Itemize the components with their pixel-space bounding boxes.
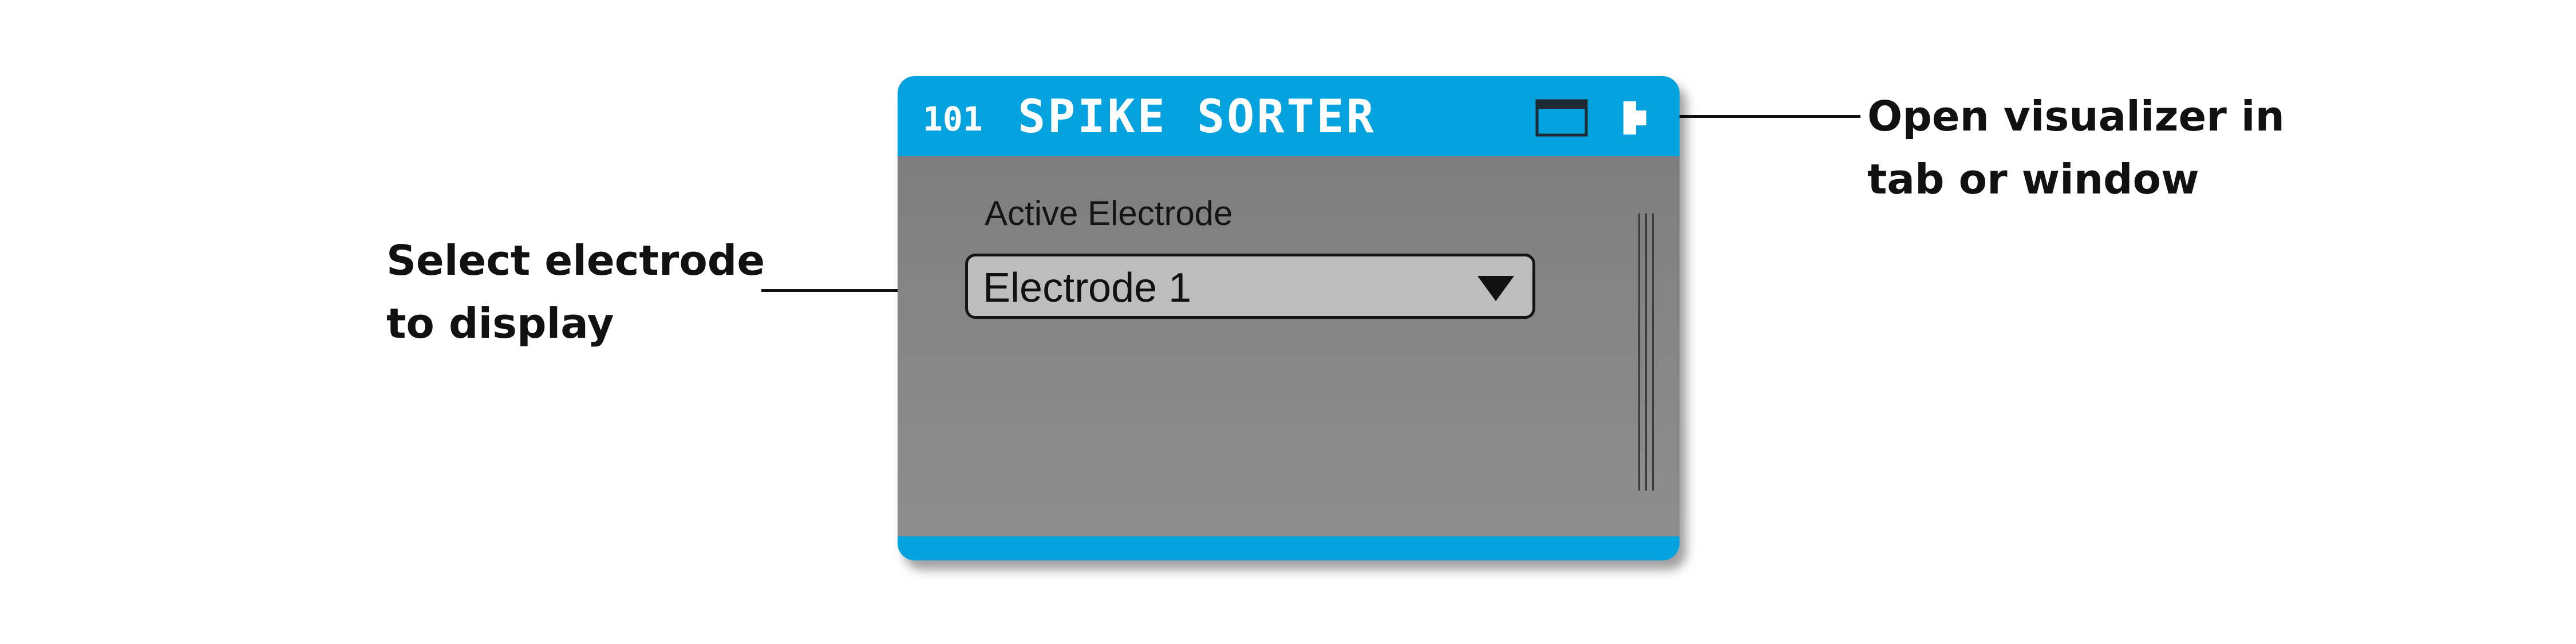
scrollbar[interactable] [1636,214,1657,491]
window-icon[interactable] [1622,100,1647,136]
node-footer [898,536,1680,560]
callout-line: tab or window [1867,155,2199,203]
tab-window-icon[interactable] [1535,99,1588,137]
active-electrode-label: Active Electrode [985,194,1233,232]
callout-line: Open visualizer in [1867,92,2285,140]
callout-line: to display [386,299,614,347]
node-id: 101 [923,100,983,139]
spike-sorter-node[interactable]: 101 SPIKE SORTER Active Electrode Electr… [898,76,1680,560]
callout-open-visualizer: Open visualizer in tab or window [1867,85,2285,211]
electrode-select-value: Electrode 1 [983,265,1192,311]
node-title: SPIKE SORTER [1018,90,1376,143]
callout-line: Select electrode [386,236,765,285]
callout-select-electrode: Select electrode to display [386,229,765,355]
electrode-select[interactable]: Electrode 1 [965,254,1535,319]
chevron-down-icon [1477,276,1514,301]
node-header[interactable]: 101 SPIKE SORTER [898,76,1680,156]
